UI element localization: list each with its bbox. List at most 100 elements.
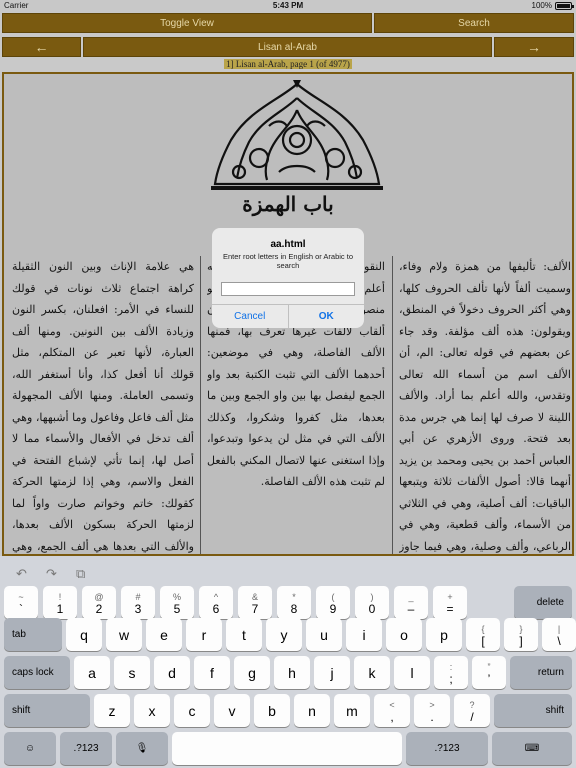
key-q-label: q xyxy=(80,626,88,643)
number-key-10-glyph: – xyxy=(407,601,415,616)
key-b[interactable]: b xyxy=(254,694,290,727)
previous-page-button[interactable]: ← xyxy=(2,37,81,57)
key-d[interactable]: d xyxy=(154,656,190,689)
key-l[interactable]: l xyxy=(394,656,430,689)
bracket-key-0[interactable]: {[ xyxy=(466,618,500,651)
bracket-key-2-glyph: \ xyxy=(557,633,561,648)
column-divider xyxy=(200,256,201,554)
number-key-3[interactable]: #3 xyxy=(121,586,155,619)
key-c[interactable]: c xyxy=(174,694,210,727)
number-key-1-glyph: 1 xyxy=(56,601,64,616)
number-key-8-glyphs: (9 xyxy=(330,591,337,615)
key-n-label: n xyxy=(308,702,316,719)
key-g[interactable]: g xyxy=(234,656,270,689)
text-column-right: الألف: تأليفها من همزة ولام وفاء، وسميت … xyxy=(399,260,571,553)
numbers-left-key[interactable]: .?123 xyxy=(60,732,112,765)
punct-key-0-glyph: ; xyxy=(449,671,453,686)
key-w[interactable]: w xyxy=(106,618,142,651)
number-key-5-glyphs: ^ 6 xyxy=(213,591,220,615)
key-s[interactable]: s xyxy=(114,656,150,689)
key-m[interactable]: m xyxy=(334,694,370,727)
number-key-2[interactable]: @2 xyxy=(82,586,116,619)
number-key-5[interactable]: ^ 6 xyxy=(199,586,233,619)
microphone-key[interactable]: 🎙 xyxy=(116,732,168,765)
key-x[interactable]: x xyxy=(134,694,170,727)
return-key[interactable]: return xyxy=(510,656,572,689)
symbol-key-1[interactable]: >. xyxy=(414,694,450,727)
bracket-key-1[interactable]: }] xyxy=(504,618,538,651)
key-u[interactable]: u xyxy=(306,618,342,651)
punct-key-1-glyphs: ”’ xyxy=(488,661,491,685)
key-h[interactable]: h xyxy=(274,656,310,689)
delete-key[interactable]: delete xyxy=(514,586,572,619)
key-e[interactable]: e xyxy=(146,618,182,651)
key-p[interactable]: p xyxy=(426,618,462,651)
number-key-7[interactable]: * 8 xyxy=(277,586,311,619)
toggle-view-button[interactable]: Toggle View xyxy=(2,13,372,33)
punct-key-0[interactable]: :; xyxy=(434,656,468,689)
key-a[interactable]: a xyxy=(74,656,110,689)
key-n[interactable]: n xyxy=(294,694,330,727)
number-key-6[interactable]: & 7 xyxy=(238,586,272,619)
tab-key-label: tab xyxy=(12,629,26,640)
key-z[interactable]: z xyxy=(94,694,130,727)
key-v[interactable]: v xyxy=(214,694,250,727)
key-r-label: r xyxy=(201,626,207,643)
ok-button[interactable]: OK xyxy=(289,305,365,328)
numbers-right-key[interactable]: .?123 xyxy=(406,732,488,765)
number-key-4[interactable]: % 5 xyxy=(160,586,194,619)
search-button[interactable]: Search xyxy=(374,13,574,33)
symbol-key-1-shift-glyph: > xyxy=(429,699,435,710)
number-key-6-shift-glyph: & xyxy=(251,591,258,602)
key-j[interactable]: j xyxy=(314,656,350,689)
key-y[interactable]: y xyxy=(266,618,302,651)
number-key-7-glyph: 8 xyxy=(290,601,298,616)
number-key-10[interactable]: _ – xyxy=(394,586,428,619)
space-bar[interactable] xyxy=(172,732,402,765)
key-a-label: a xyxy=(88,664,96,681)
next-page-button[interactable]: → xyxy=(494,37,574,57)
number-key-9[interactable]: ) 0 xyxy=(355,586,389,619)
key-o[interactable]: o xyxy=(386,618,422,651)
key-k[interactable]: k xyxy=(354,656,390,689)
key-t[interactable]: t xyxy=(226,618,262,651)
number-key-3-glyph: 3 xyxy=(134,601,142,616)
delete-key-label: delete xyxy=(536,597,564,608)
key-v-label: v xyxy=(228,702,236,719)
alert-message: Enter root letters in English or Arabic … xyxy=(222,252,354,270)
symbol-key-2[interactable]: ? / xyxy=(454,694,490,727)
bracket-key-0-shift-glyph: { xyxy=(481,623,485,634)
key-q[interactable]: q xyxy=(66,618,102,651)
dismiss-keyboard-key[interactable]: ⌨ xyxy=(492,732,572,765)
number-key-8[interactable]: (9 xyxy=(316,586,350,619)
key-u-label: u xyxy=(320,626,328,643)
root-search-input[interactable] xyxy=(221,282,355,296)
punct-key-0-shift-glyph: : xyxy=(449,661,453,672)
bracket-key-2[interactable]: | \ xyxy=(542,618,576,651)
tab-key[interactable]: tab xyxy=(4,618,62,651)
shift-right-key[interactable]: shift xyxy=(494,694,572,727)
punct-key-1[interactable]: ”’ xyxy=(472,656,506,689)
column-divider xyxy=(392,256,393,554)
symbol-key-0[interactable]: <, xyxy=(374,694,410,727)
number-key-1[interactable]: ! 1 xyxy=(43,586,77,619)
emoji-key-label: ☺ xyxy=(24,743,36,754)
key-r[interactable]: r xyxy=(186,618,222,651)
symbol-key-0-glyphs: <, xyxy=(389,699,394,723)
undo-icon[interactable]: ↶ xyxy=(16,566,27,582)
emoji-key[interactable]: ☺ xyxy=(4,732,56,765)
number-key-0-shift-glyph: ~ xyxy=(18,591,24,602)
cancel-button[interactable]: Cancel xyxy=(212,305,289,328)
key-i[interactable]: i xyxy=(346,618,382,651)
numbers-right-key-label: .?123 xyxy=(434,743,460,754)
shift-left-key[interactable]: shift xyxy=(4,694,90,727)
redo-icon[interactable]: ↷ xyxy=(46,566,57,582)
number-key-0[interactable]: ~ ` xyxy=(4,586,38,619)
microphone-key-label: 🎙 xyxy=(135,743,149,754)
paste-icon[interactable]: ⧉ xyxy=(76,566,85,582)
key-f[interactable]: f xyxy=(194,656,230,689)
caps-lock-key[interactable]: caps lock xyxy=(4,656,70,689)
number-key-11[interactable]: + = xyxy=(433,586,467,619)
key-k-label: k xyxy=(368,664,376,681)
book-title-button[interactable]: Lisan al-Arab xyxy=(83,37,492,57)
